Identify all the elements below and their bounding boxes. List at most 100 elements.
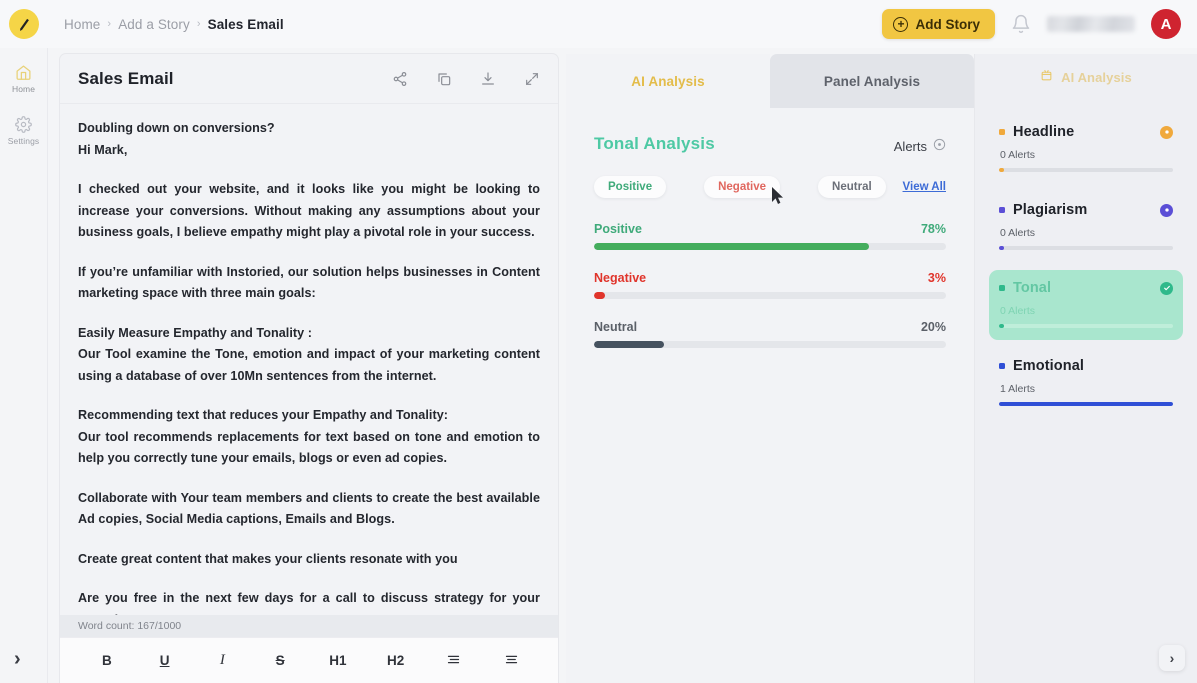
add-story-button[interactable]: + Add Story — [882, 9, 995, 39]
ai-analysis-header: AI Analysis — [975, 54, 1197, 100]
analysis-card-emotional[interactable]: Emotional 1 Alerts — [989, 348, 1183, 418]
document-body[interactable]: Doubling down on conversions? Hi Mark, I… — [60, 104, 558, 615]
sidebar-expand-button[interactable]: › — [14, 649, 21, 669]
doc-paragraph: If you’re unfamiliar with Instoried, our… — [78, 264, 540, 301]
expand-icon[interactable] — [524, 71, 540, 87]
underline-button[interactable]: U — [136, 653, 194, 668]
sidebar-item-home-label: Home — [11, 84, 36, 94]
meter-positive-fill — [594, 243, 869, 250]
avatar[interactable]: A — [1151, 9, 1181, 39]
heading1-button[interactable]: H1 — [309, 653, 367, 668]
tab-panel-analysis[interactable]: Panel Analysis — [770, 54, 974, 108]
view-all-link[interactable]: View All — [903, 181, 946, 193]
editor-card: Sales Email Doubling down on conversions… — [60, 54, 558, 683]
tonal-header: Tonal Analysis Alerts — [594, 134, 946, 154]
analysis-card-plagiarism-track — [999, 246, 1173, 250]
mouse-pointer-icon — [772, 187, 783, 204]
tonal-analysis-title: Tonal Analysis — [594, 134, 715, 153]
italic-button[interactable]: I — [194, 652, 252, 669]
info-circle-icon[interactable] — [933, 138, 946, 154]
ai-analysis-sidebar: AI Analysis Headline 0 Alerts Plagiarism… — [974, 54, 1197, 683]
doc-paragraph: Collaborate with Your team members and c… — [78, 490, 540, 527]
analysis-card-emotional-fill — [999, 402, 1173, 406]
meter-neutral: Neutral 20% — [594, 320, 946, 348]
analysis-card-headline[interactable]: Headline 0 Alerts — [989, 114, 1183, 184]
chip-negative[interactable]: Negative — [704, 176, 781, 198]
chip-neutral[interactable]: Neutral — [818, 176, 886, 198]
sidebar-item-settings-label: Settings — [7, 136, 40, 146]
alerts-label: Alerts — [893, 138, 927, 154]
format-toolbar: B U I S H1 H2 — [60, 637, 558, 683]
breadcrumb-item-add-a-story[interactable]: Add a Story — [118, 17, 190, 32]
meter-positive-track — [594, 243, 946, 250]
analysis-card-plagiarism-alerts: 0 Alerts — [1000, 227, 1036, 239]
share-icon[interactable] — [392, 71, 408, 87]
meter-neutral-track — [594, 341, 946, 348]
analysis-card-emotional-label: Emotional — [1013, 358, 1084, 374]
meter-neutral-label: Neutral — [594, 320, 638, 334]
analysis-card-tonal-fill — [999, 324, 1004, 328]
app-root: Home › Add a Story › Sales Email + Add S… — [0, 0, 1197, 683]
meter-positive-value: 78% — [920, 222, 946, 236]
add-story-label: Add Story — [915, 16, 980, 32]
gear-icon — [15, 116, 32, 133]
strikethrough-button[interactable]: S — [251, 653, 309, 668]
doc-paragraph: Create great content that makes your cli… — [78, 551, 458, 566]
headline-dot-icon — [999, 129, 1005, 135]
heading2-button[interactable]: H2 — [367, 653, 425, 668]
doc-paragraph: Hi Mark, — [78, 142, 128, 157]
doc-paragraph: I checked out your website, and it looks… — [78, 182, 540, 239]
word-count-label: Word count: 167/1000 — [60, 615, 558, 637]
breadcrumb: Home › Add a Story › Sales Email — [64, 17, 284, 32]
ai-analysis-header-label: AI Analysis — [1061, 69, 1132, 85]
meter-negative-fill — [594, 292, 605, 299]
logo-container[interactable] — [0, 6, 48, 42]
analysis-card-tonal[interactable]: Tonal 0 Alerts — [989, 270, 1183, 340]
analysis-card-plagiarism-fill — [999, 246, 1004, 250]
meter-positive-label: Positive — [594, 222, 642, 236]
emotional-dot-icon — [999, 363, 1005, 369]
copy-icon[interactable] — [436, 71, 452, 87]
meter-negative: Negative 3% — [594, 271, 946, 299]
doc-paragraph: Our Tool examine the Tone, emotion and i… — [78, 347, 540, 383]
analysis-card-tonal-track — [999, 324, 1173, 328]
top-bar: Home › Add a Story › Sales Email + Add S… — [0, 0, 1197, 48]
sidebar-item-home[interactable]: Home — [0, 64, 48, 94]
breadcrumb-separator: › — [107, 18, 112, 30]
analysis-card-tonal-alerts: 0 Alerts — [1000, 305, 1036, 317]
analysis-card-headline-track — [999, 168, 1173, 172]
align-list-button[interactable] — [425, 652, 483, 670]
analysis-tabs: AI Analysis Panel Analysis — [566, 54, 974, 108]
analysis-card-list: Headline 0 Alerts Plagiarism 0 Alerts To… — [975, 100, 1197, 418]
bold-button[interactable]: B — [78, 653, 136, 668]
analysis-card-headline-label: Headline — [1013, 124, 1075, 140]
breadcrumb-item-sales-email: Sales Email — [207, 16, 284, 32]
analysis-card-emotional-track — [999, 402, 1173, 406]
align-center-button[interactable] — [482, 652, 540, 670]
pen-logo-icon — [6, 6, 42, 42]
tab-ai-analysis[interactable]: AI Analysis — [566, 54, 770, 108]
editor-footer: Word count: 167/1000 B U I S H1 H2 — [60, 615, 558, 683]
check-circle-icon — [1160, 281, 1173, 295]
page-title: Sales Email — [78, 68, 174, 88]
headline-status-icon — [1160, 125, 1173, 139]
breadcrumb-item-home[interactable]: Home — [64, 17, 100, 32]
tonal-analysis-section: Tonal Analysis Alerts Positive Negative … — [566, 108, 974, 683]
panel-expand-button[interactable]: › — [1159, 645, 1185, 671]
doc-paragraph: Recommending text that reduces your Empa… — [78, 408, 448, 422]
analysis-card-emotional-alerts: 1 Alerts — [1000, 383, 1036, 395]
editor-header: Sales Email — [60, 54, 558, 104]
download-icon[interactable] — [480, 71, 496, 87]
meter-negative-track — [594, 292, 946, 299]
top-bar-actions: + Add Story A — [882, 9, 1197, 39]
plagiarism-status-icon — [1160, 203, 1173, 217]
tonal-dot-icon — [999, 285, 1005, 291]
user-name-redacted — [1047, 16, 1135, 32]
notification-bell-icon[interactable] — [1011, 14, 1031, 34]
chip-positive[interactable]: Positive — [594, 176, 667, 198]
sidebar-item-settings[interactable]: Settings — [0, 116, 48, 146]
meter-neutral-fill — [594, 341, 665, 348]
analysis-card-plagiarism[interactable]: Plagiarism 0 Alerts — [989, 192, 1183, 262]
analysis-card-plagiarism-label: Plagiarism — [1013, 202, 1088, 218]
left-sidebar: Home Settings › — [0, 48, 48, 683]
